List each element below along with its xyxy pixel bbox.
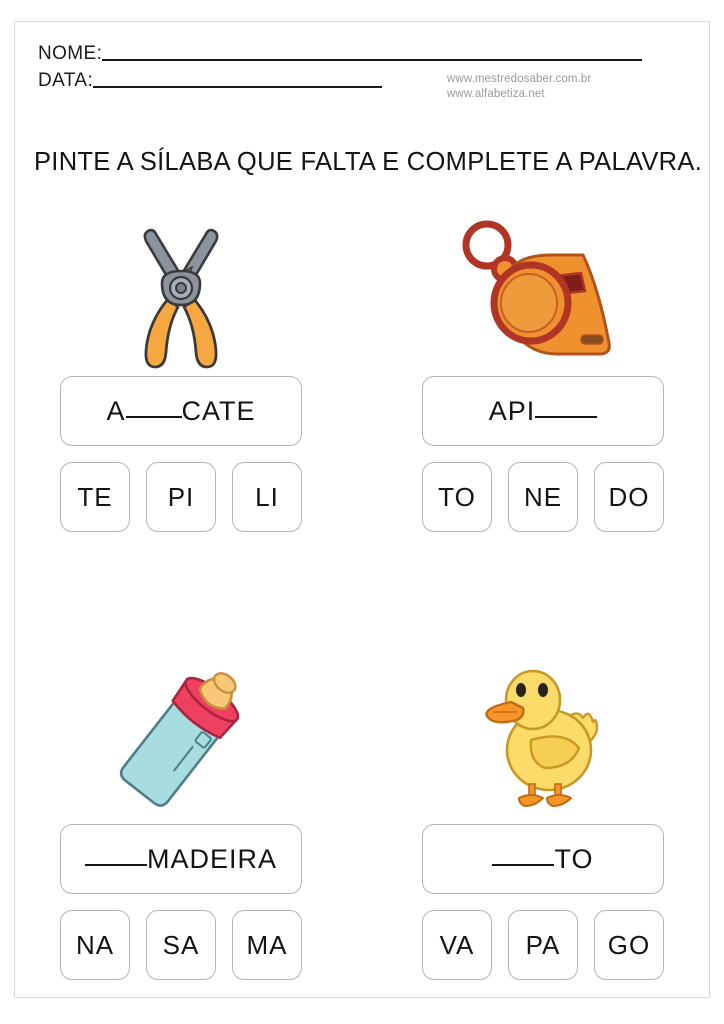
syllable-label: PI [167, 481, 195, 512]
syllable-options-1: TE PI LI [60, 462, 302, 532]
syllable-label: LI [255, 481, 279, 512]
watermark-credits: www.mestredosaber.com.br www.alfabetiza.… [447, 72, 591, 102]
exercise-2: API TO NE DO [362, 206, 724, 532]
word-blank-1[interactable] [125, 415, 182, 418]
name-write-line[interactable] [102, 59, 643, 61]
date-label: DATA: [38, 70, 94, 91]
syllable-option-1-2[interactable]: PI [146, 462, 216, 532]
baby-bottle-icon [119, 672, 240, 807]
syllable-label: TO [438, 481, 476, 512]
page-title: PINTE A SÍLABA QUE FALTA E COMPLETE A PA… [34, 148, 703, 176]
word-text-2: API [489, 396, 598, 427]
exercise-row-1: A CATE TE PI LI API TO NE DO [0, 206, 724, 532]
worksheet-page: NOME: DATA: www.mestredosaber.com.br www… [0, 0, 724, 1024]
word-text-1: A CATE [106, 396, 255, 427]
syllable-options-4: VA PA GO [422, 910, 664, 980]
word-blank-2[interactable] [535, 415, 598, 418]
row-spacer [0, 532, 724, 654]
syllable-label: MA [246, 929, 288, 960]
syllable-label: TE [77, 481, 113, 512]
name-label: NOME: [38, 43, 103, 64]
duck-icon [485, 669, 599, 807]
syllable-label: PA [525, 929, 561, 960]
name-line: NOME: [38, 36, 686, 63]
syllable-label: NA [75, 929, 115, 960]
syllable-option-3-3[interactable]: MA [232, 910, 302, 980]
word-text-4: TO [492, 844, 593, 875]
syllable-option-3-1[interactable]: NA [60, 910, 130, 980]
word-suffix-4: TO [554, 843, 594, 874]
word-box-2[interactable]: API [422, 376, 664, 446]
syllable-label: VA [439, 929, 475, 960]
word-prefix-2: API [488, 395, 536, 426]
syllable-option-2-2[interactable]: NE [508, 462, 578, 532]
syllable-options-3: NA SA MA [60, 910, 302, 980]
syllable-option-4-2[interactable]: PA [508, 910, 578, 980]
syllable-label: SA [162, 929, 200, 960]
word-blank-3[interactable] [84, 863, 147, 866]
duck-illustration [362, 654, 724, 824]
syllable-option-2-3[interactable]: DO [594, 462, 664, 532]
baby-bottle-illustration [0, 654, 362, 824]
exercises-grid: A CATE TE PI LI API TO NE DO MADEIRA NA … [0, 206, 724, 980]
syllable-label: NE [523, 481, 563, 512]
syllable-label: DO [608, 481, 650, 512]
word-prefix-1: A [106, 395, 126, 426]
date-write-line[interactable] [93, 86, 383, 88]
syllable-option-2-1[interactable]: TO [422, 462, 492, 532]
word-box-3[interactable]: MADEIRA [60, 824, 302, 894]
exercise-4: TO VA PA GO [362, 654, 724, 980]
pliers-icon [143, 228, 219, 369]
word-blank-4[interactable] [492, 863, 555, 866]
whistle-illustration [362, 206, 724, 376]
exercise-3: MADEIRA NA SA MA [0, 654, 362, 980]
word-box-1[interactable]: A CATE [60, 376, 302, 446]
pliers-illustration [0, 206, 362, 376]
word-suffix-1: CATE [181, 395, 256, 426]
syllable-option-1-3[interactable]: LI [232, 462, 302, 532]
syllable-option-1-1[interactable]: TE [60, 462, 130, 532]
syllable-options-2: TO NE DO [422, 462, 664, 532]
whistle-icon [462, 220, 611, 356]
site-url-primary: www.mestredosaber.com.br [447, 73, 592, 85]
syllable-option-4-3[interactable]: GO [594, 910, 664, 980]
site-url-secondary: www.alfabetiza.net [447, 88, 545, 100]
syllable-option-3-2[interactable]: SA [146, 910, 216, 980]
exercise-row-2: MADEIRA NA SA MA TO VA PA GO [0, 654, 724, 980]
exercise-1: A CATE TE PI LI [0, 206, 362, 532]
word-suffix-3: MADEIRA [146, 843, 278, 874]
syllable-option-4-1[interactable]: VA [422, 910, 492, 980]
word-text-3: MADEIRA [84, 843, 278, 875]
syllable-label: GO [607, 929, 651, 960]
word-box-4[interactable]: TO [422, 824, 664, 894]
